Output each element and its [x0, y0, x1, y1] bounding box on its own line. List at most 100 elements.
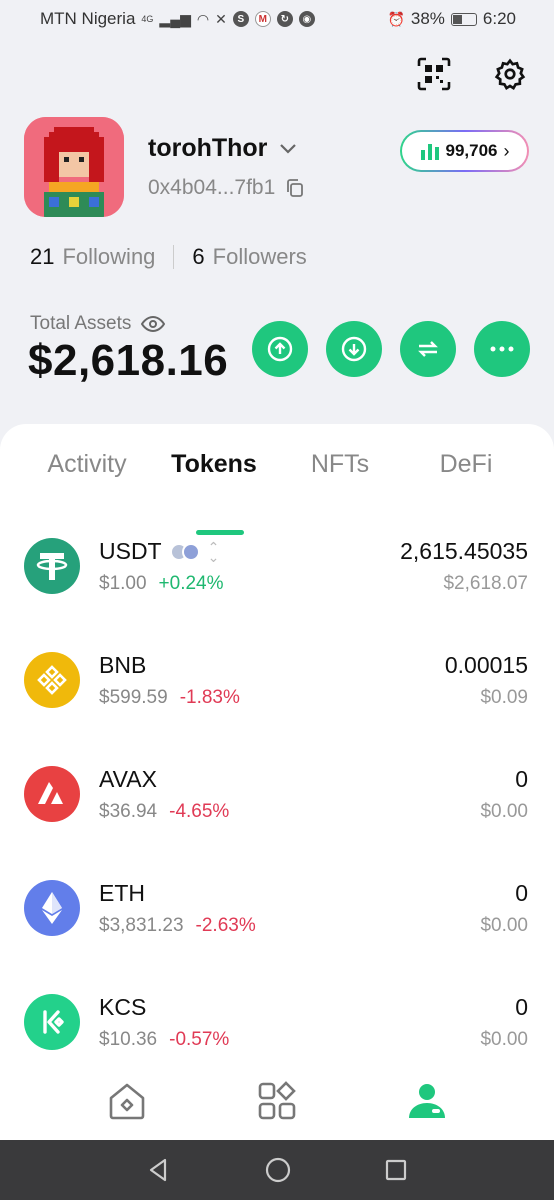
back-icon[interactable] — [146, 1157, 172, 1183]
chain-badges — [169, 542, 200, 561]
token-symbol: BNB — [99, 652, 147, 678]
total-assets-label-row: Total Assets — [30, 313, 166, 335]
bar-chart-icon — [420, 144, 439, 160]
divider — [173, 245, 175, 269]
tab-defi[interactable]: DeFi — [401, 450, 531, 479]
token-value: $0.00 — [480, 801, 528, 822]
token-symbol: KCS — [99, 994, 147, 1020]
avatar[interactable] — [24, 117, 124, 217]
total-assets-value: $2,618.16 — [28, 336, 229, 385]
points-value: 99,706 — [445, 141, 498, 160]
token-row[interactable]: ETH $3,831.23 -2.63% 0 $0.00 — [0, 880, 554, 970]
status-bar: MTN Nigeria 4G ▂▄▆ ◠ ✕ S M ↻ ◉ ⏰ 38% 6:2… — [0, 0, 554, 38]
clock: 6:20 — [482, 9, 516, 28]
bnb-icon — [24, 652, 80, 708]
tab-tokens[interactable]: Tokens — [149, 450, 279, 479]
alarm-icon: ⏰ — [387, 10, 405, 27]
battery-icon — [450, 12, 477, 26]
tab-activity[interactable]: Activity — [22, 450, 152, 479]
token-name-row: USDT ⌃ ⌄ — [99, 538, 219, 565]
wallet-address: 0x4b04...7fb1 — [148, 176, 276, 199]
assets-card: Activity Tokens NFTs DeFi USDT ⌃ ⌄ $1.00 … — [0, 424, 554, 1140]
action-buttons — [252, 321, 530, 377]
recents-square-icon[interactable] — [384, 1158, 408, 1182]
receive-button[interactable] — [326, 321, 382, 377]
tether-icon — [24, 538, 80, 594]
token-price-row: $599.59 -1.83% — [99, 687, 240, 709]
token-price: $36.94 — [99, 801, 158, 822]
avax-icon — [24, 766, 80, 822]
battery-percent: 38% — [410, 9, 445, 28]
wallet-address-row[interactable]: 0x4b04...7fb1 — [148, 176, 305, 200]
network-type: 4G — [141, 14, 154, 24]
token-symbol: AVAX — [99, 766, 157, 792]
token-row[interactable]: USDT ⌃ ⌄ $1.00 +0.24% 2,615.45035 $2,618.… — [0, 538, 554, 628]
more-dots-icon — [490, 346, 514, 352]
token-amount: 2,615.45035 — [400, 538, 528, 564]
token-name-row: BNB — [99, 652, 146, 679]
following-link[interactable]: 21 Following — [30, 244, 155, 270]
eye-icon[interactable] — [141, 316, 166, 332]
active-tab-indicator — [196, 530, 244, 535]
token-change: -1.83% — [179, 687, 240, 708]
token-value: $2,618.07 — [443, 573, 528, 594]
token-price-row: $36.94 -4.65% — [99, 801, 229, 823]
copy-icon[interactable] — [285, 178, 305, 198]
token-price: $10.36 — [99, 1029, 158, 1050]
apps-nav-button[interactable] — [256, 1080, 298, 1127]
token-price-row: $3,831.23 -2.63% — [99, 915, 256, 937]
token-amount: 0 — [515, 766, 528, 792]
followers-label: Followers — [212, 244, 307, 269]
eth-chain-badge-icon — [181, 542, 200, 561]
token-price-row: $10.36 -0.57% — [99, 1029, 229, 1051]
tab-bar: Activity Tokens NFTs DeFi — [0, 450, 554, 535]
send-button[interactable] — [252, 321, 308, 377]
token-name-row: AVAX — [99, 766, 157, 793]
token-symbol: ETH — [99, 880, 145, 906]
username: torohThor — [148, 134, 268, 162]
token-value: $0.00 — [480, 1029, 528, 1050]
swap-arrows-icon — [418, 341, 438, 357]
header-actions — [416, 56, 528, 92]
apps-grid-icon — [258, 1080, 296, 1119]
following-count: 21 — [30, 244, 55, 269]
chevron-down-icon — [280, 143, 297, 154]
send-arrow-up-icon — [267, 336, 293, 362]
settings-gear-icon[interactable] — [492, 56, 528, 92]
bottom-nav — [0, 1066, 554, 1140]
token-price: $3,831.23 — [99, 915, 184, 936]
home-nav-button[interactable] — [106, 1080, 148, 1127]
x-app-icon: ✕ — [215, 10, 227, 27]
profile-wallet-icon — [409, 1083, 445, 1118]
app-notification-icon-2: ◉ — [298, 11, 315, 27]
points-badge[interactable]: 99,706 › — [400, 130, 529, 172]
token-change: -4.65% — [169, 801, 230, 822]
token-price: $599.59 — [99, 687, 168, 708]
token-price-row: $1.00 +0.24% — [99, 573, 224, 595]
home-circle-icon[interactable] — [264, 1156, 292, 1184]
token-change: +0.24% — [158, 573, 224, 594]
receive-arrow-down-icon — [341, 336, 367, 362]
account-selector[interactable]: torohThor — [148, 134, 297, 163]
token-row[interactable]: AVAX $36.94 -4.65% 0 $0.00 — [0, 766, 554, 856]
signal-icon: ▂▄▆ — [159, 10, 191, 27]
more-button[interactable] — [474, 321, 530, 377]
token-value: $0.09 — [480, 687, 528, 708]
system-navigation-bar — [0, 1140, 554, 1200]
token-name-row: ETH — [99, 880, 145, 907]
token-price: $1.00 — [99, 573, 147, 594]
chevron-right-icon: › — [503, 140, 510, 161]
swap-button[interactable] — [400, 321, 456, 377]
token-name-row: KCS — [99, 994, 146, 1021]
followers-link[interactable]: 6 Followers — [192, 244, 306, 270]
qr-scan-icon[interactable] — [416, 56, 452, 92]
tab-nfts[interactable]: NFTs — [275, 450, 405, 479]
sync-app-icon: ↻ — [276, 11, 293, 27]
expand-chains-icon[interactable]: ⌃ ⌄ — [208, 540, 220, 564]
profile-nav-button[interactable] — [406, 1080, 448, 1127]
token-row[interactable]: BNB $599.59 -1.83% 0.00015 $0.09 — [0, 652, 554, 742]
token-amount: 0 — [515, 880, 528, 906]
eth-icon — [24, 880, 80, 936]
followers-count: 6 — [192, 244, 205, 269]
total-assets-label: Total Assets — [30, 313, 132, 334]
